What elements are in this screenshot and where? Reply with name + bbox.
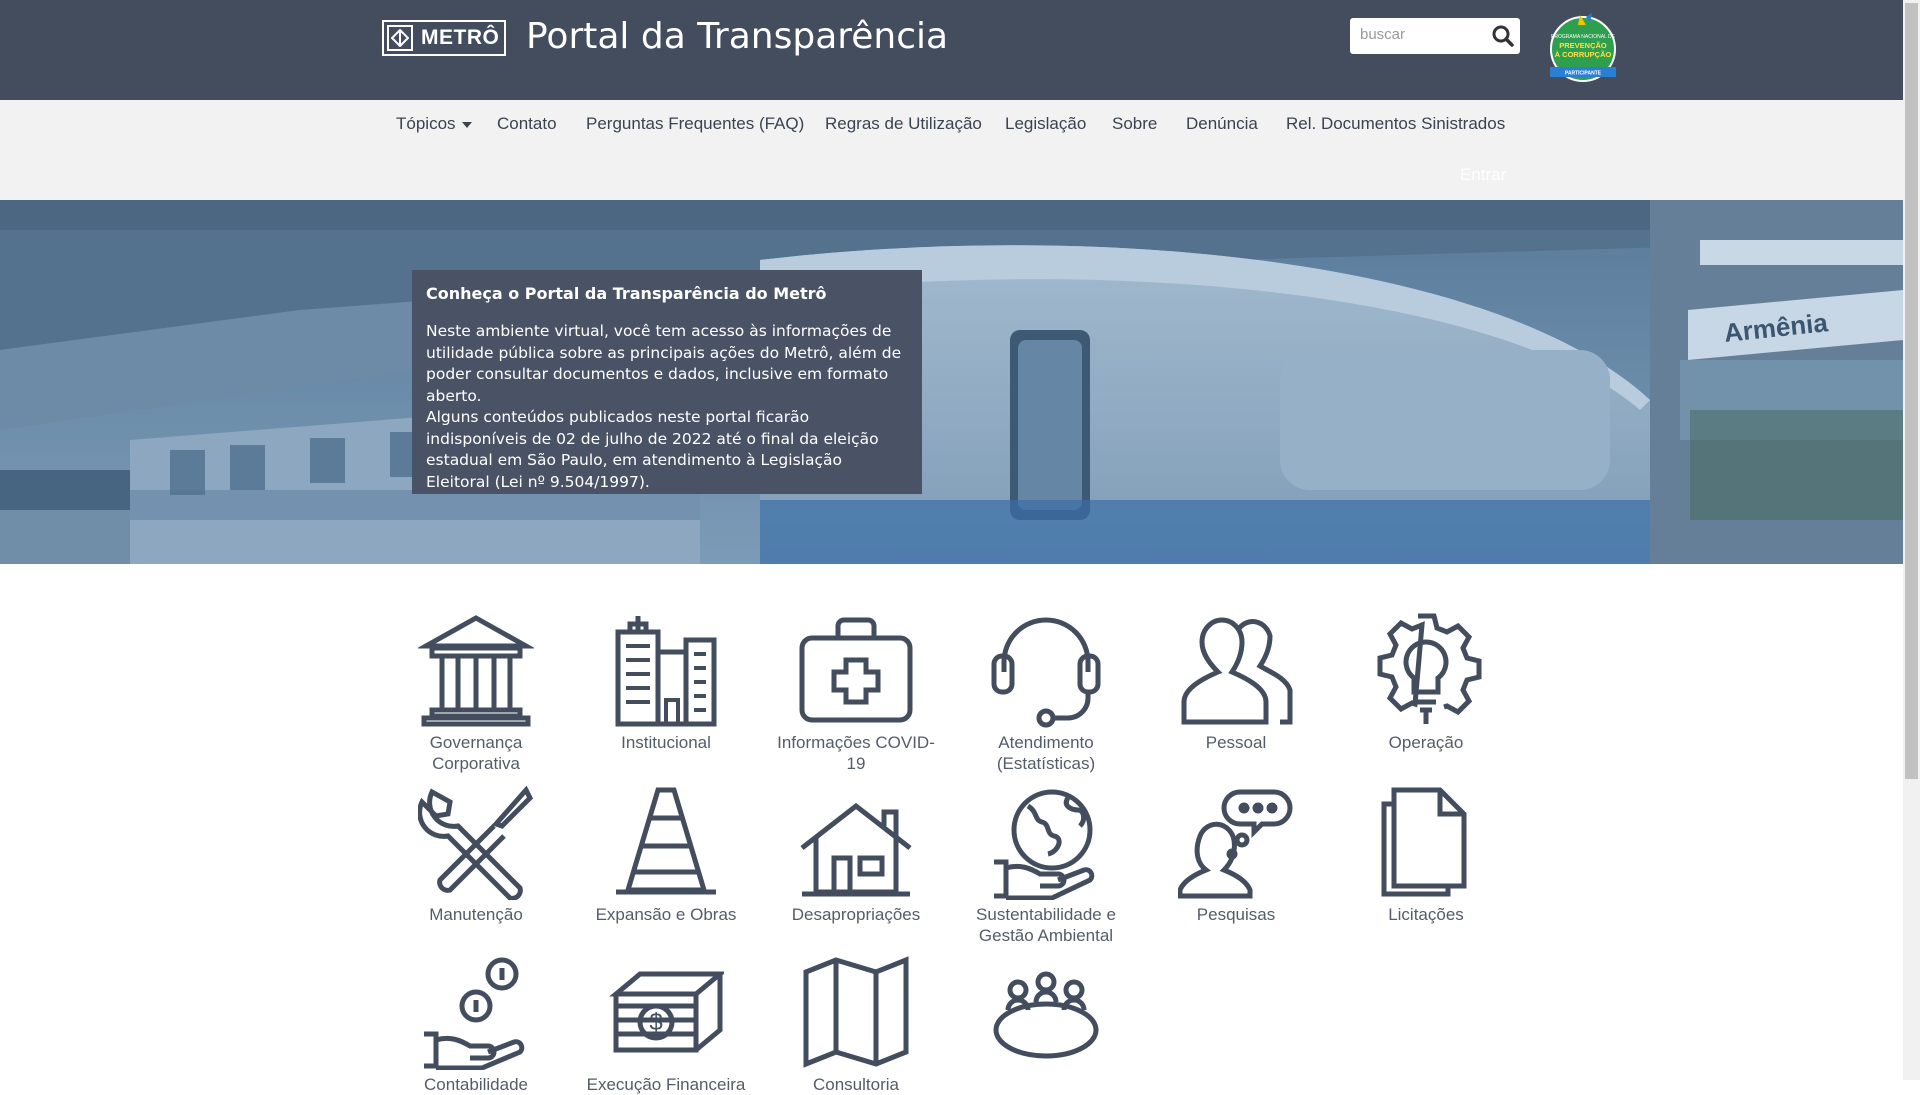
topic-manutencao[interactable]: Manutenção: [390, 784, 562, 925]
coin-hand-icon: [424, 957, 525, 1070]
nav-item-denuncia[interactable]: Denúncia: [1186, 114, 1258, 134]
page-scrollbar[interactable]: [1903, 0, 1920, 1080]
callout-paragraph-notice: Alguns conteúdos publicados neste portal…: [426, 408, 879, 491]
nav-item-regras[interactable]: Regras de Utilização: [825, 114, 982, 134]
meeting-table-icon: [993, 971, 1099, 1059]
topic-label: Atendimento (Estatísticas): [996, 733, 1096, 773]
topic-execucao-financeira[interactable]: $ Execução Financeira: [580, 954, 752, 1095]
badge-line-1: PROGRAMA NACIONAL DE: [1551, 34, 1616, 40]
site-header: METRÔ Portal da Transparência PROGRAMA N…: [0, 0, 1903, 100]
nav-item-contato[interactable]: Contato: [497, 114, 557, 134]
topic-contabilidade[interactable]: Contabilidade: [390, 954, 562, 1095]
nav-item-label: Tópicos: [396, 114, 456, 133]
headset-icon: [991, 617, 1101, 728]
topic-operacao[interactable]: Operação: [1340, 612, 1512, 753]
tools-icon: [418, 785, 534, 900]
topic-label: Pessoal: [1205, 733, 1267, 752]
topic-label: Consultoria: [813, 1075, 899, 1094]
caret-down-icon: [462, 121, 473, 128]
hero-banner: Armênia: [0, 200, 1903, 564]
topic-label: Manutenção: [429, 905, 523, 924]
topic-label: Expansão e Obras: [595, 905, 737, 924]
globe-hand-icon: [994, 789, 1095, 900]
topic-informacoes-covid[interactable]: Informações COVID-19: [770, 612, 942, 774]
topic-desapropriacoes[interactable]: Desapropriações: [770, 784, 942, 925]
topic-expansao-obras[interactable]: Expansão e Obras: [580, 784, 752, 925]
topic-pesquisas[interactable]: Pesquisas: [1150, 784, 1322, 925]
metro-train-photo: Armênia: [0, 200, 1903, 564]
topic-label: Institucional: [621, 733, 711, 752]
topic-label: Desapropriações: [791, 905, 921, 924]
topic-licitacoes[interactable]: Licitações: [1340, 784, 1512, 925]
prevention-program-badge[interactable]: PROGRAMA NACIONAL DE PREVENÇÃO À CORRUPÇ…: [1548, 11, 1618, 85]
nav-item-faq[interactable]: Perguntas Frequentes (FAQ): [586, 114, 804, 134]
topic-label: Operação: [1388, 733, 1464, 752]
badge-line-4: PARTICIPANTE: [1565, 71, 1602, 77]
bank-icon: [418, 615, 534, 727]
login-link[interactable]: Entrar: [1460, 165, 1506, 185]
nav-item-topicos[interactable]: Tópicos: [396, 114, 473, 134]
topic-label: Governança Corporativa: [429, 733, 523, 773]
documents-icon: [1381, 787, 1467, 897]
callout-title: Conheça o Portal da Transparência do Met…: [426, 284, 827, 303]
topic-pessoal[interactable]: Pessoal: [1150, 612, 1322, 753]
topic-label: Contabilidade: [424, 1075, 528, 1094]
topic-consultoria[interactable]: Consultoria: [770, 954, 942, 1095]
person-thought-icon: [1178, 789, 1293, 899]
people-icon: [1181, 617, 1293, 725]
topic-label: Informações COVID-19: [777, 733, 935, 773]
map-icon: [803, 956, 909, 1068]
metro-logo-icon: [387, 25, 413, 51]
topic-label: Licitações: [1388, 905, 1464, 924]
search-box: [1350, 18, 1520, 54]
topic-label: Sustentabilidade e Gestão Ambiental: [976, 905, 1116, 945]
nav-item-sobre[interactable]: Sobre: [1112, 114, 1157, 134]
medical-kit-icon: [799, 617, 913, 723]
callout-paragraph-intro: Neste ambiente virtual, você tem acesso …: [426, 322, 902, 405]
house-icon: [800, 802, 912, 897]
search-icon[interactable]: [1490, 23, 1516, 49]
scrollbar-thumb[interactable]: [1905, 3, 1918, 779]
badge-line-2: PREVENÇÃO: [1559, 41, 1607, 50]
welcome-callout: Conheça o Portal da Transparência do Met…: [412, 270, 922, 494]
topic-atendimento-estatisticas[interactable]: Atendimento (Estatísticas): [960, 612, 1132, 774]
topic-label: Execução Financeira: [586, 1075, 746, 1094]
nav-item-legislacao[interactable]: Legislação: [1005, 114, 1086, 134]
svg-text:$: $: [649, 1009, 662, 1036]
topic-meeting[interactable]: [960, 954, 1132, 1074]
topic-sustentabilidade[interactable]: Sustentabilidade e Gestão Ambiental: [960, 784, 1132, 946]
gear-bulb-icon: [1377, 613, 1482, 724]
badge-line-3: À CORRUPÇÃO: [1555, 50, 1612, 59]
nav-item-documentos-sinistrados[interactable]: Rel. Documentos Sinistrados: [1286, 114, 1505, 134]
search-input[interactable]: [1360, 26, 1486, 43]
buildings-icon: [615, 616, 717, 727]
money-stack-icon: $: [609, 971, 724, 1053]
topic-institucional[interactable]: Institucional: [580, 612, 752, 753]
topic-label: Pesquisas: [1196, 905, 1276, 924]
topic-governanca-corporativa[interactable]: Governança Corporativa: [390, 612, 562, 774]
traffic-cone-icon: [616, 787, 716, 895]
metro-logo-text: METRÔ: [421, 26, 500, 49]
metro-logo[interactable]: METRÔ: [382, 20, 506, 56]
site-title[interactable]: Portal da Transparência: [526, 16, 948, 57]
